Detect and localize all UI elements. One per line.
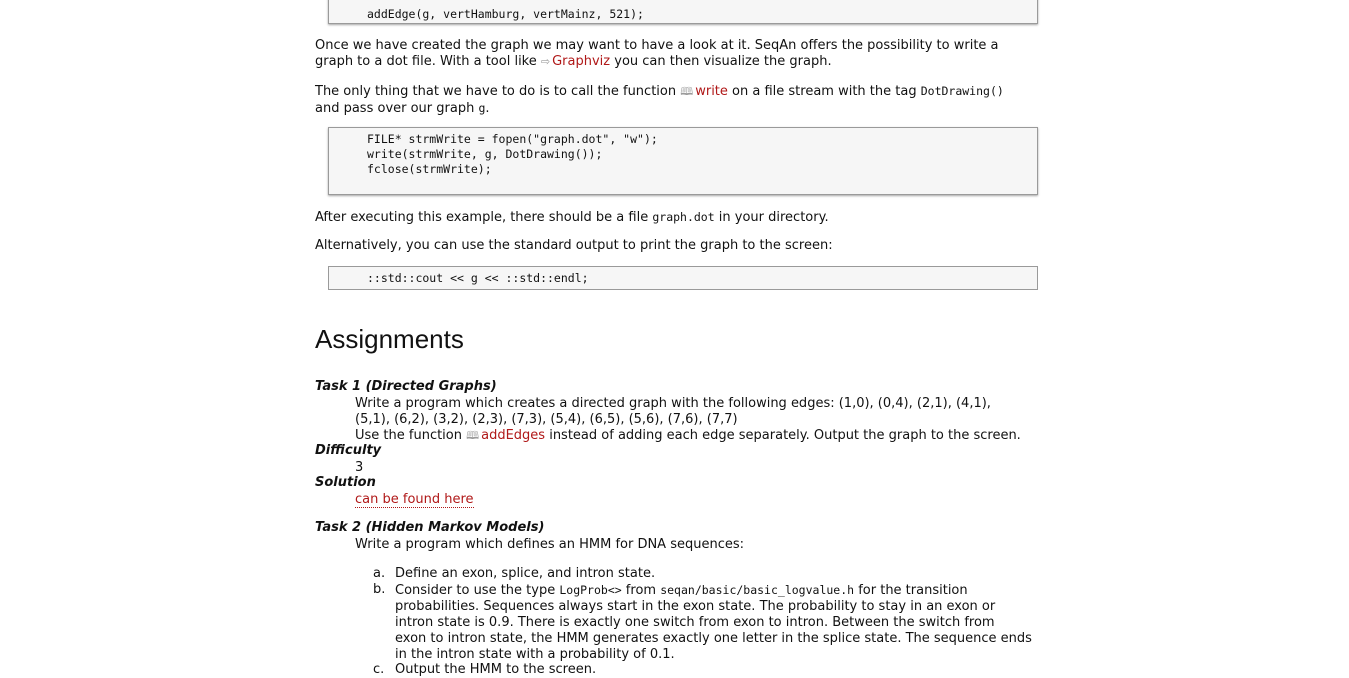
difficulty-label: Difficulty [315,443,382,458]
code-block-write-dot: FILE* strmWrite = fopen("graph.dot", "w"… [328,127,1038,195]
paragraph-graph-dot: After executing this example, there shou… [315,210,829,225]
paragraph-dot-file: Once we have created the graph we may wa… [315,38,999,70]
task1-description: Write a program which creates a directed… [355,396,1021,444]
code-line: addEdge(g, vertHamburg, vertMainz, 521); [367,7,644,21]
task2-intro: Write a program which defines an HMM for… [355,537,745,552]
assignments-heading: Assignments [315,324,464,354]
list-item: Output the HMM to the screen. [395,662,597,677]
graphviz-link[interactable]: Graphviz [552,54,610,69]
paragraph-line: in the intron state with a probability o… [395,647,675,662]
book-icon: 🕮 [466,429,480,442]
inline-code: DotDrawing() [920,84,1004,98]
list-marker: b. [373,582,386,597]
write-function-link[interactable]: write [695,84,728,99]
book-icon: 🕮 [680,85,694,98]
list-item: Define an exon, splice, and intron state… [395,566,656,581]
paragraph-line: intron state is 0.9. There is exactly on… [395,615,995,630]
task1-title: Task 1 (Directed Graphs) [315,379,497,394]
list-item: Consider to use the type LogProb<> from … [395,582,1032,663]
paragraph-line: (5,1), (6,2), (3,2), (2,3), (7,3), (5,4)… [355,412,738,427]
inline-code: LogProb<> [559,583,622,597]
list-marker: c. [373,662,385,677]
external-link-icon: ⇨ [540,55,551,68]
solution-value: can be found here [355,492,474,508]
list-marker: a. [373,566,386,581]
task2-title: Task 2 (Hidden Markov Models) [315,520,545,535]
paragraph-line: and pass over our graph g. [315,101,490,116]
difficulty-value: 3 [355,460,364,475]
paragraph-line: Use the function 🕮 addEdges instead of ad… [355,428,1021,443]
code-line: FILE* strmWrite = fopen("graph.dot", "w"… [367,132,658,146]
code-line: ::std::cout << g << ::std::endl; [367,271,589,285]
paragraph-line: Write a program which creates a directed… [355,396,991,411]
code-block-cout: ::std::cout << g << ::std::endl; [328,266,1038,290]
paragraph-line: Once we have created the graph we may wa… [315,38,999,53]
paragraph-line: The only thing that we have to do is to … [315,84,1004,99]
code-line: fclose(strmWrite); [367,162,492,176]
solution-label: Solution [315,475,376,490]
solution-link[interactable]: can be found here [355,492,474,508]
paragraph-line: exon to intron state, the HMM generates … [395,631,1032,646]
paragraph-line: Consider to use the type LogProb<> from … [395,583,968,598]
code-block-add-edges: addEdge(g, vertHamburg, vertMainz, 521); [328,0,1038,24]
paragraph-write-function: The only thing that we have to do is to … [315,83,1004,117]
paragraph-line: graph to a dot file. With a tool like ⇨ G… [315,54,832,69]
paragraph-line: probabilities. Sequences always start in… [395,599,996,614]
inline-code: seqan/basic/basic_logvalue.h [660,583,855,597]
inline-code: graph.dot [652,210,715,224]
paragraph-std-output: Alternatively, you can use the standard … [315,238,833,253]
add-edges-link[interactable]: addEdges [481,428,545,443]
code-line: write(strmWrite, g, DotDrawing()); [367,147,603,161]
